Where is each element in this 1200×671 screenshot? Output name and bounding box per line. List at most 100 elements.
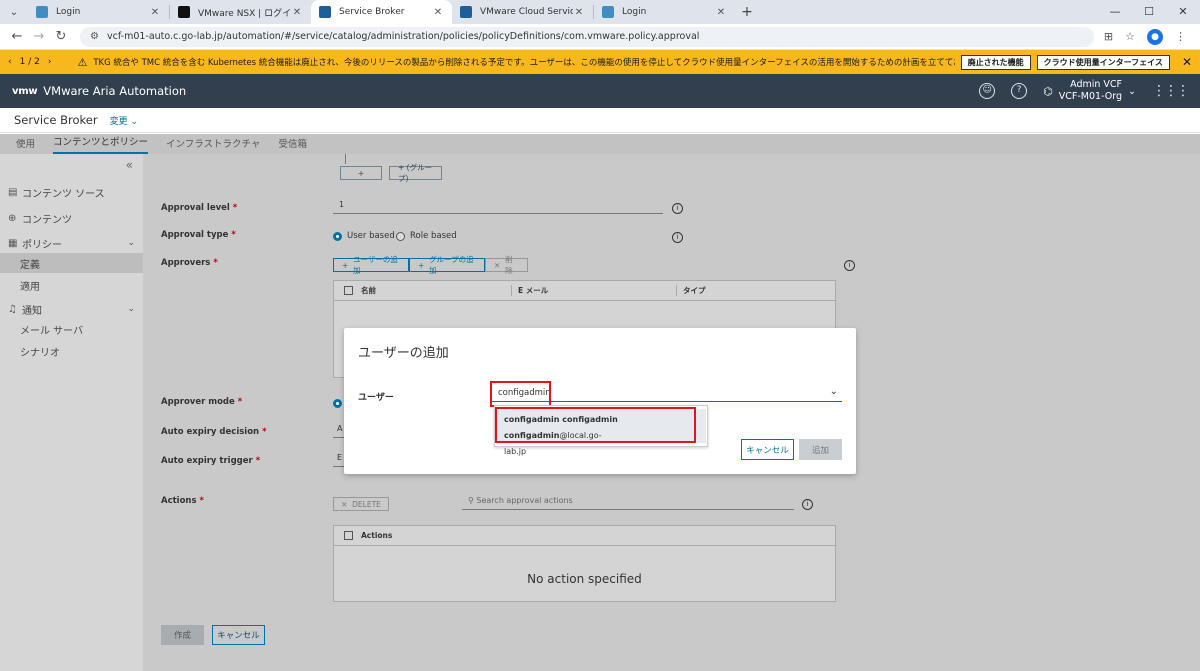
info-icon[interactable]: i <box>672 232 683 243</box>
info-icon[interactable]: i <box>802 499 813 510</box>
cloud-consumption-interface-button[interactable]: クラウド使用量インターフェイス <box>1036 54 1170 70</box>
tab-content-policies[interactable]: コンテンツとポリシー <box>53 134 149 154</box>
browser-tabstrip: ⌄ Login ✕ VMware NSX | ログイン ✕ Service Br… <box>0 0 1200 24</box>
feedback-smiley-icon[interactable]: ☺ <box>979 83 996 99</box>
modal-cancel-button[interactable]: キャンセル <box>741 439 794 460</box>
browser-menu-icon[interactable]: ⋮ <box>1175 30 1186 43</box>
search-approval-actions-input[interactable]: ⚲ Search approval actions <box>462 496 794 510</box>
minimize-icon[interactable]: — <box>1098 0 1132 24</box>
url-field[interactable]: ⚙ vcf-m01-auto.c.go-lab.jp/automation/#/… <box>80 26 1094 47</box>
browser-tab-2[interactable]: VMware NSX | ログイン ✕ <box>170 0 311 24</box>
pager-prev-icon[interactable]: ‹ <box>8 57 12 67</box>
add-group-button[interactable]: + グループの追加 <box>409 255 485 275</box>
warning-icon: ⚠ <box>77 55 88 69</box>
policy-icon: ▦ <box>8 237 18 249</box>
add-user-button[interactable]: + ユーザーの追加 <box>333 255 409 275</box>
column-name: 名前 <box>361 286 376 295</box>
auto-expiry-trigger-label: Auto expiry trigger * <box>161 456 261 466</box>
button-label: DELETE <box>352 499 381 509</box>
auto-expiry-decision-label: Auto expiry decision * <box>161 427 267 437</box>
bookmark-star-icon[interactable]: ☆ <box>1125 30 1135 43</box>
app-title: VMware Aria Automation <box>43 84 187 98</box>
reload-icon[interactable]: ↻ <box>50 29 72 44</box>
collapse-sidebar-icon[interactable]: « <box>126 158 133 172</box>
browser-tab-4[interactable]: VMware Cloud Services ✕ <box>452 0 593 24</box>
column-email: E メール <box>511 285 676 296</box>
tab-infrastructure[interactable]: インフラストラクチャ <box>166 136 260 154</box>
sidebar-item-notifications[interactable]: ♫ 通知 ⌄ <box>0 299 143 319</box>
forward-icon[interactable]: → <box>28 29 50 44</box>
option-email-domain: lab.jp <box>504 447 527 456</box>
sidebar-item-label: 通知 <box>22 305 42 317</box>
content-source-icon: ▤ <box>8 186 18 198</box>
highlight-box-option <box>495 407 696 443</box>
tab-search-icon[interactable]: ⌄ <box>0 0 28 24</box>
tab-consume[interactable]: 使用 <box>16 136 35 154</box>
sidebar-item-content-sources[interactable]: ▤ コンテンツ ソース <box>0 182 143 202</box>
sidebar-item-content[interactable]: ⊕ コンテンツ <box>0 208 143 228</box>
sidebar-item-label: コンテンツ <box>22 214 72 226</box>
browser-tab-1[interactable]: Login ✕ <box>28 0 169 24</box>
org-icon: ⌬ <box>1043 84 1053 98</box>
add-group-condition-button[interactable]: + (グループ) <box>389 163 442 183</box>
sidebar-item-label: ポリシー <box>22 239 62 251</box>
user-menu[interactable]: ⌬ Admin VCF VCF-M01-Org ⌄ <box>1043 79 1136 103</box>
sidebar-item-label: コンテンツ ソース <box>22 188 105 200</box>
browser-tab-5[interactable]: Login ✕ <box>594 0 735 24</box>
back-icon[interactable]: ← <box>6 29 28 44</box>
info-icon[interactable]: i <box>672 203 683 214</box>
info-icon[interactable]: i <box>844 260 855 271</box>
url-text: vcf-m01-auto.c.go-lab.jp/automation/#/se… <box>106 31 700 42</box>
maximize-icon[interactable]: ☐ <box>1132 0 1166 24</box>
approvers-label: Approvers * <box>161 258 218 268</box>
sidebar-item-definitions[interactable]: 定義 <box>0 253 143 273</box>
add-user-modal: ユーザーの追加 ユーザー configadmin ⌄ configadmin c… <box>344 328 856 474</box>
column-actions: Actions <box>361 531 393 540</box>
close-icon[interactable]: ✕ <box>291 7 303 18</box>
radio-role-based[interactable]: Role based <box>396 231 457 241</box>
approval-level-input[interactable]: 1 <box>333 200 663 214</box>
service-title: Service Broker <box>14 113 98 127</box>
profile-avatar-icon[interactable]: ● <box>1147 28 1163 45</box>
search-placeholder: Search approval actions <box>476 496 573 505</box>
select-all-checkbox[interactable] <box>344 286 353 295</box>
highlight-box-input <box>490 381 551 407</box>
login-favicon-icon <box>602 6 614 18</box>
site-info-icon[interactable]: ⚙ <box>90 31 99 42</box>
deprecated-features-button[interactable]: 廃止された機能 <box>960 54 1031 70</box>
app-launcher-grid-icon[interactable]: ⋮⋮⋮ <box>1152 83 1190 99</box>
delete-action-button[interactable]: ✕ DELETE <box>333 497 389 511</box>
radio-user-based[interactable]: User based <box>333 231 395 241</box>
table-header: Actions <box>334 526 835 546</box>
delete-approver-button[interactable]: ✕ 削除 <box>485 255 528 275</box>
select-all-checkbox[interactable] <box>344 531 353 540</box>
change-label: 変更 <box>109 116 128 127</box>
close-icon[interactable]: ✕ <box>432 7 444 18</box>
window-close-icon[interactable]: ✕ <box>1166 0 1200 24</box>
modal-add-button[interactable]: 追加 <box>799 439 842 460</box>
change-service-button[interactable]: 変更 ⌄ <box>110 114 138 127</box>
browser-tab-3[interactable]: Service Broker ✕ <box>311 0 452 24</box>
chevron-down-icon[interactable]: ⌄ <box>830 386 838 397</box>
help-icon[interactable]: ? <box>1011 83 1028 99</box>
radio-dot <box>333 231 342 241</box>
new-tab-button[interactable]: + <box>735 0 759 24</box>
tab-inbox[interactable]: 受信箱 <box>278 136 307 154</box>
translate-icon[interactable]: ⊞ <box>1104 30 1113 43</box>
chevron-down-icon: ⌄ <box>1128 85 1136 97</box>
sidebar-item-enforcement[interactable]: 適用 <box>0 275 143 295</box>
close-icon[interactable]: ✕ <box>149 7 161 18</box>
pager-next-icon[interactable]: › <box>48 57 52 67</box>
sidebar-item-policies[interactable]: ▦ ポリシー ⌄ <box>0 233 143 253</box>
banner-close-icon[interactable]: ✕ <box>1182 55 1192 69</box>
add-condition-button[interactable]: + <box>340 166 382 180</box>
sidebar-item-scenarios[interactable]: シナリオ <box>0 341 143 361</box>
approver-mode-label: Approver mode * <box>161 397 243 407</box>
browser-tab-title: Login <box>56 7 81 17</box>
create-button[interactable]: 作成 <box>161 625 204 645</box>
close-icon[interactable]: ✕ <box>573 7 585 18</box>
cancel-button[interactable]: キャンセル <box>212 625 265 645</box>
button-label: 削除 <box>505 255 513 275</box>
sidebar-item-email-server[interactable]: メール サーバ <box>0 319 143 339</box>
close-icon[interactable]: ✕ <box>715 7 727 18</box>
